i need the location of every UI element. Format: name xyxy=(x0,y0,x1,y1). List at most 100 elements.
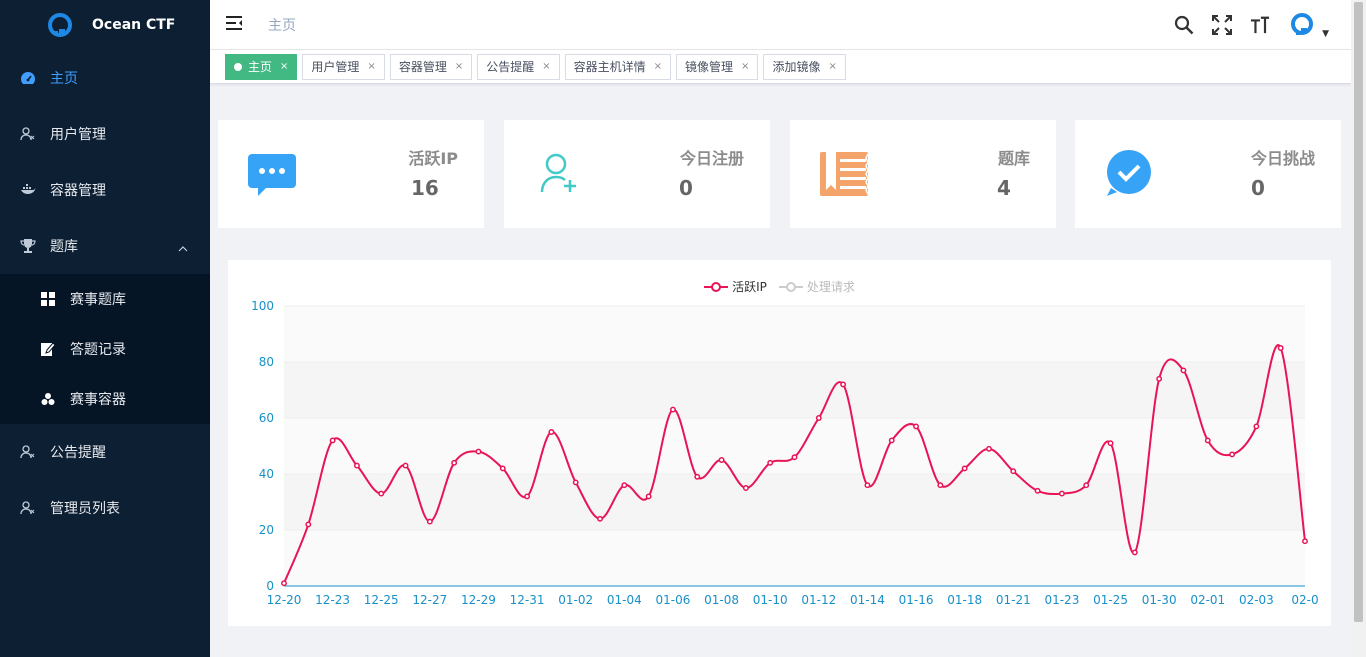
sidebar-subitem-event-containers[interactable]: 赛事容器 xyxy=(0,374,210,424)
data-point xyxy=(1229,451,1236,458)
tag-label: 主页 xyxy=(248,60,273,74)
user-icon xyxy=(20,126,36,142)
user-icon xyxy=(20,500,36,516)
card-value: 0 xyxy=(679,176,693,200)
tag-images[interactable]: 镜像管理 × xyxy=(676,53,759,80)
card-today-register[interactable]: 今日注册 0 xyxy=(504,120,770,228)
card-value: 0 xyxy=(1251,176,1265,200)
y-tick-label: 100 xyxy=(251,299,274,313)
data-point xyxy=(670,406,676,413)
grid-band xyxy=(284,474,1305,530)
data-point xyxy=(621,482,628,489)
x-tick-label: 12-31 xyxy=(510,593,545,607)
card-label: 今日注册 xyxy=(679,149,744,168)
data-point xyxy=(524,493,531,500)
sidebar-item-users[interactable]: 用户管理 xyxy=(0,106,210,162)
data-point xyxy=(548,429,555,435)
search-icon[interactable] xyxy=(1174,15,1194,35)
data-point xyxy=(305,521,312,528)
data-point xyxy=(986,445,992,452)
close-icon[interactable]: × xyxy=(828,61,836,72)
data-point xyxy=(888,437,895,444)
sidebar-item-containers[interactable]: 容器管理 xyxy=(0,162,210,218)
card-value: 4 xyxy=(997,176,1011,200)
sidebar-item-label: 容器管理 xyxy=(50,183,106,199)
sidebar-item-home[interactable]: 主页 xyxy=(0,50,210,106)
sidebar-item-admins[interactable]: 管理员列表 xyxy=(0,480,210,536)
x-tick-label: 12-20 xyxy=(267,593,302,607)
data-point xyxy=(1010,468,1017,475)
close-icon[interactable]: × xyxy=(741,61,749,72)
data-point xyxy=(961,465,968,472)
data-point xyxy=(1058,490,1065,497)
sidebar-item-announcements[interactable]: 公告提醒 xyxy=(0,424,210,480)
grid-band xyxy=(284,530,1305,586)
tag-label: 用户管理 xyxy=(311,60,360,74)
data-point xyxy=(426,518,433,525)
close-icon[interactable]: × xyxy=(367,61,375,72)
data-point xyxy=(1107,440,1114,447)
sidebar-subitem-event-questions[interactable]: 赛事题库 xyxy=(0,274,210,324)
hamburger-icon[interactable] xyxy=(226,15,266,35)
grid-icon xyxy=(40,291,56,307)
sidebar-item-label: 赛事题库 xyxy=(70,292,126,308)
data-point xyxy=(937,482,944,489)
sidebar-item-question-bank[interactable]: 题库 xyxy=(0,218,210,274)
data-point xyxy=(1034,487,1041,494)
sidebar-subitem-answer-records[interactable]: 答题记录 xyxy=(0,324,210,374)
edit-icon xyxy=(40,341,56,357)
close-icon[interactable]: × xyxy=(654,61,662,72)
x-tick-label: 01-10 xyxy=(753,593,788,607)
x-tick-label: 02-01 xyxy=(1190,593,1225,607)
tags-view: 主页 × 用户管理 × 容器管理 × 公告提醒 × 容器主机详情 × 镜像管理 × 添加镜像… xyxy=(210,50,1351,84)
docker-icon xyxy=(20,182,36,198)
x-tick-label: 01-30 xyxy=(1142,593,1177,607)
close-icon[interactable]: × xyxy=(455,61,463,72)
tag-users[interactable]: 用户管理 × xyxy=(302,53,385,80)
data-point xyxy=(1156,375,1163,382)
x-tick-label: 02-0 xyxy=(1291,593,1318,607)
user-icon xyxy=(20,444,36,460)
y-tick-label: 0 xyxy=(266,579,274,593)
x-tick-label: 12-23 xyxy=(315,593,350,607)
brand[interactable]: Ocean CTF xyxy=(0,0,210,50)
cluster-icon xyxy=(40,391,56,407)
data-point xyxy=(378,490,385,497)
tag-container-host-detail[interactable]: 容器主机详情 × xyxy=(564,53,672,80)
font-size-icon[interactable] xyxy=(1250,15,1270,35)
dashboard-icon xyxy=(20,70,36,86)
scrollbar-thumb[interactable] xyxy=(1354,2,1363,622)
tag-containers[interactable]: 容器管理 × xyxy=(389,53,473,80)
card-today-challenge[interactable]: 今日挑战 0 xyxy=(1075,120,1341,228)
x-tick-label: 01-14 xyxy=(850,593,885,607)
x-tick-label: 01-08 xyxy=(704,593,739,607)
active-dot xyxy=(234,62,242,71)
data-point xyxy=(694,473,701,480)
card-label: 今日挑战 xyxy=(1250,149,1315,168)
sidebar-item-label: 题库 xyxy=(50,239,78,255)
caret-down-icon[interactable]: ▼ xyxy=(1322,29,1329,39)
data-point xyxy=(402,462,409,469)
data-point xyxy=(329,437,336,444)
fullscreen-icon[interactable] xyxy=(1212,15,1233,35)
message-icon xyxy=(246,148,298,200)
close-icon[interactable]: × xyxy=(542,61,550,72)
tag-announcements[interactable]: 公告提醒 × xyxy=(477,53,560,80)
submenu-question-bank: 赛事题库 答题记录 赛事容器 xyxy=(0,274,210,424)
close-icon[interactable]: × xyxy=(280,61,288,72)
tag-home[interactable]: 主页 × xyxy=(225,53,298,80)
card-question-bank[interactable]: 题库 4 xyxy=(790,120,1056,228)
y-tick-label: 80 xyxy=(259,355,274,369)
data-point xyxy=(1302,538,1308,545)
sidebar-item-label: 管理员列表 xyxy=(50,501,120,517)
line-chart: 0 20 40 60 80 100 12-20 12-23 12-25 12-27 12-29 12-… xyxy=(251,299,1319,607)
x-tick-label: 01-04 xyxy=(607,593,642,607)
data-point xyxy=(645,493,652,500)
tag-add-image[interactable]: 添加镜像 × xyxy=(763,53,846,80)
card-active-ip[interactable]: 活跃IP 16 xyxy=(218,120,484,228)
tag-label: 容器主机详情 xyxy=(573,60,646,74)
vertical-scrollbar[interactable] xyxy=(1351,0,1366,657)
breadcrumb[interactable]: 主页 xyxy=(268,15,296,35)
avatar[interactable] xyxy=(1288,11,1316,39)
x-tick-label: 12-25 xyxy=(364,593,399,607)
